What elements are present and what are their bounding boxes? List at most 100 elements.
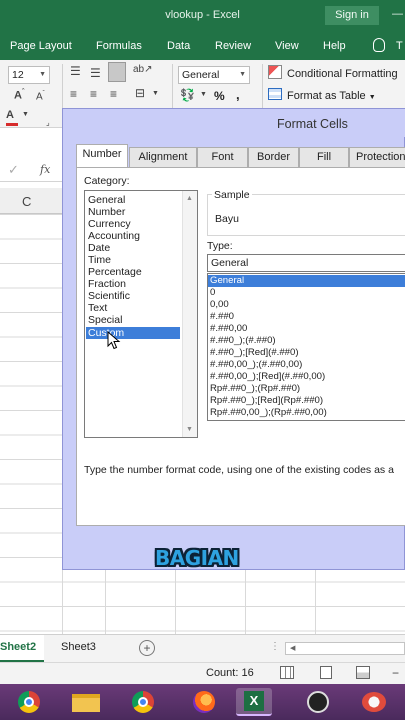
scroll-down-icon[interactable]: ▼ [186, 426, 193, 433]
align-top-icon[interactable]: ☰ [70, 64, 81, 78]
windows-taskbar: X [0, 684, 405, 720]
add-sheet-icon[interactable]: + [139, 640, 155, 656]
title-bar: vlookup - Excel Sign in — [0, 0, 405, 32]
category-item-general[interactable]: General [88, 194, 125, 206]
category-item-fraction[interactable]: Fraction [88, 278, 126, 290]
category-item-currency[interactable]: Currency [88, 218, 131, 230]
format-as-table-button[interactable]: Format as Table ▼ [287, 90, 376, 102]
tab-help[interactable]: Help [323, 40, 346, 52]
zoom-out-icon[interactable]: − [392, 666, 399, 680]
normal-view-icon[interactable] [280, 666, 294, 679]
tab-protection[interactable]: Protection [349, 147, 405, 167]
tab-font[interactable]: Font [197, 147, 248, 167]
scroll-up-icon[interactable]: ▲ [186, 195, 193, 202]
sign-in-button[interactable]: Sign in [325, 6, 379, 25]
horizontal-scrollbar[interactable]: ◀ [285, 642, 405, 655]
category-item-percentage[interactable]: Percentage [88, 266, 142, 278]
format-item[interactable]: Rp#.##0_);[Red](Rp#.##0) [210, 395, 323, 407]
column-header[interactable]: C [0, 188, 62, 214]
tab-number[interactable]: Number [76, 144, 128, 167]
format-item[interactable]: #.##0_);[Red](#.##0) [210, 347, 299, 359]
mouse-cursor-icon [107, 331, 121, 350]
number-format-select[interactable]: General ▼ [178, 66, 250, 84]
sheet-tab-sheet3[interactable]: Sheet3 [61, 641, 96, 653]
category-item-time[interactable]: Time [88, 254, 111, 266]
currency-format-icon[interactable]: 💱 [180, 88, 195, 102]
more-options-icon[interactable]: ⋮ [270, 641, 280, 652]
taskbar-ccleaner[interactable] [356, 688, 392, 716]
chevron-down-icon: ▼ [39, 71, 46, 78]
format-item[interactable]: #.##0_);(#.##0) [210, 335, 276, 347]
chevron-down-icon[interactable]: ▼ [22, 111, 29, 118]
format-item[interactable]: #.##0,00_);[Red](#.##0,00) [210, 371, 325, 383]
taskbar-excel[interactable]: X [236, 688, 272, 716]
font-color-icon[interactable]: A [6, 109, 14, 121]
align-right-icon[interactable]: ≡ [110, 87, 117, 101]
dialog-title: Format Cells [277, 117, 348, 131]
tab-data[interactable]: Data [167, 40, 190, 52]
align-left-icon[interactable]: ≡ [70, 87, 77, 101]
taskbar-chrome[interactable] [12, 688, 48, 716]
align-bottom-button[interactable] [108, 62, 126, 82]
category-item-special[interactable]: Special [88, 314, 122, 326]
dialog-title-bar[interactable]: Format Cells [63, 109, 405, 137]
font-size-select[interactable]: 12 ▼ [8, 66, 50, 84]
tab-review[interactable]: Review [215, 40, 251, 52]
grid-line [245, 568, 246, 634]
dialog-launcher-icon[interactable]: ⌟ [46, 118, 50, 127]
type-input[interactable]: General [207, 254, 405, 272]
comma-style-button[interactable]: , [236, 87, 240, 102]
minimize-icon[interactable]: — [392, 8, 403, 20]
format-item[interactable]: #.##0,00 [210, 323, 247, 335]
tab-alignment[interactable]: Alignment [129, 147, 197, 167]
category-item-scientific[interactable]: Scientific [88, 290, 130, 302]
font-color-swatch [6, 123, 18, 126]
category-list[interactable]: General Number Currency Accounting Date … [84, 190, 198, 438]
format-item[interactable]: Rp#.##0_);(Rp#.##0) [210, 383, 300, 395]
scroll-left-icon[interactable]: ◀ [290, 644, 295, 652]
taskbar-chrome-2[interactable] [126, 688, 162, 716]
category-item-custom[interactable]: Custom [86, 327, 180, 339]
page-break-view-icon[interactable] [356, 666, 370, 679]
increase-font-icon[interactable]: Aˆ [14, 89, 24, 102]
decrease-font-icon[interactable]: Aˇ [36, 91, 45, 102]
align-middle-icon[interactable]: ☰ [90, 66, 101, 80]
format-item[interactable]: #.##0,00_);(#.##0,00) [210, 359, 302, 371]
taskbar-obs[interactable] [300, 688, 336, 716]
page-layout-view-icon[interactable] [320, 666, 332, 679]
sample-group: Sample Bayu [207, 189, 405, 236]
tab-formulas[interactable]: Formulas [96, 40, 142, 52]
lightbulb-icon[interactable] [373, 38, 385, 52]
format-item[interactable]: Rp#.##0,00_);(Rp#.##0,00) [210, 407, 327, 419]
category-item-number[interactable]: Number [88, 206, 125, 218]
chevron-down-icon[interactable]: ▼ [152, 90, 159, 97]
percent-style-button[interactable]: % [214, 89, 225, 103]
type-label: Type: [207, 240, 233, 252]
category-scrollbar[interactable]: ▲ ▼ [182, 191, 197, 437]
taskbar-file-explorer[interactable] [68, 688, 104, 716]
tab-border[interactable]: Border [248, 147, 299, 167]
format-item[interactable]: 0 [210, 287, 215, 299]
tab-page-layout[interactable]: Page Layout [10, 40, 72, 52]
tab-fill[interactable]: Fill [299, 147, 349, 167]
category-label: Category: [84, 175, 130, 187]
taskbar-firefox[interactable] [186, 688, 222, 716]
category-item-accounting[interactable]: Accounting [88, 230, 140, 242]
check-icon[interactable]: ✓ [8, 162, 19, 178]
tab-overflow-icon: T [396, 40, 403, 52]
conditional-formatting-button[interactable]: Conditional Formatting [287, 68, 398, 80]
merge-center-icon[interactable]: ⊟ [135, 86, 145, 100]
format-item[interactable]: 0,00 [210, 299, 229, 311]
insert-function-icon[interactable]: fx [40, 163, 50, 176]
format-item[interactable]: #.##0 [210, 311, 234, 323]
category-item-text[interactable]: Text [88, 302, 107, 314]
orientation-icon[interactable]: ab↗ [133, 64, 153, 75]
align-center-icon[interactable]: ≡ [90, 87, 97, 101]
format-item[interactable]: General [208, 275, 405, 287]
format-code-list[interactable]: General 0 0,00 #.##0 #.##0,00 #.##0_);(#… [207, 273, 405, 421]
tab-view[interactable]: View [275, 40, 299, 52]
chevron-down-icon[interactable]: ▼ [200, 91, 207, 98]
category-item-date[interactable]: Date [88, 242, 110, 254]
chrome-icon-center [24, 697, 34, 707]
sheet-tab-sheet2[interactable]: Sheet2 [0, 635, 44, 662]
